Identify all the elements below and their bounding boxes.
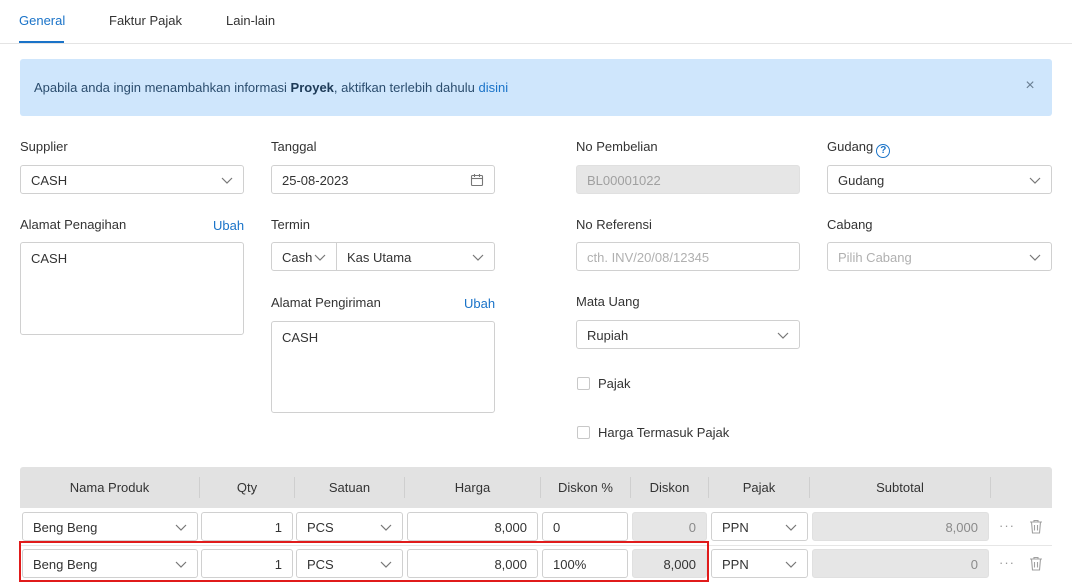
no-referensi-label: No Referensi — [576, 217, 652, 232]
mata-uang-label: Mata Uang — [576, 294, 640, 309]
alert-message: Apabila anda ingin menambahkan informasi… — [34, 80, 508, 95]
close-icon[interactable]: × — [1020, 76, 1040, 96]
supplier-label: Supplier — [20, 139, 68, 154]
subtotal-field: 8,000 — [812, 512, 989, 541]
tab-bar: General Faktur Pajak Lain-lain — [0, 0, 1072, 44]
subtotal-field: 0 — [812, 549, 989, 578]
tanggal-value: 25-08-2023 — [282, 173, 349, 188]
gudang-select[interactable]: Gudang — [827, 165, 1052, 194]
cabang-label: Cabang — [827, 217, 873, 232]
gudang-label-text: Gudang — [827, 139, 874, 154]
chevron-down-icon — [1029, 254, 1041, 261]
pajak-label: Pajak — [598, 376, 631, 391]
alamat-pengiriman-value: CASH — [282, 330, 319, 345]
supplier-select[interactable]: CASH — [20, 165, 244, 194]
chevron-down-icon — [1029, 177, 1041, 184]
ubah-pengiriman-link[interactable]: Ubah — [464, 296, 495, 311]
tab-general[interactable]: General — [19, 13, 65, 28]
no-referensi-placeholder: cth. INV/20/08/12345 — [587, 250, 710, 265]
no-pembelian-label: No Pembelian — [576, 139, 658, 154]
col-header-diskon: Diskon — [649, 480, 690, 495]
no-pembelian-field: BL00001022 — [576, 165, 800, 194]
mata-uang-value: Rupiah — [587, 328, 629, 343]
col-header-harga: Harga — [454, 480, 491, 495]
alert-text-bold: Proyek — [290, 80, 334, 95]
termin-type-value: Cash — [282, 250, 313, 265]
col-header-subtotal: Subtotal — [876, 480, 924, 495]
more-icon[interactable]: ··· — [999, 519, 1015, 532]
pajak-value: PPN — [722, 520, 749, 535]
subtotal-value: 8,000 — [945, 520, 978, 535]
alert-text-middle: , aktifkan terlebih dahulu — [333, 80, 479, 95]
cabang-placeholder: Pilih Cabang — [838, 250, 912, 265]
termin-label: Termin — [271, 217, 311, 232]
chevron-down-icon — [472, 254, 484, 261]
satuan-value: PCS — [307, 520, 334, 535]
info-alert: Apabila anda ingin menambahkan informasi… — [20, 59, 1052, 116]
pajak-value: PPN — [722, 557, 749, 572]
gudang-value: Gudang — [838, 173, 885, 188]
tab-lain-lain[interactable]: Lain-lain — [226, 13, 275, 28]
col-header-qty: Qty — [236, 480, 258, 495]
alamat-penagihan-label: Alamat Penagihan — [20, 217, 127, 232]
termin-account-select[interactable]: Kas Utama — [336, 242, 495, 271]
tanggal-label: Tanggal — [271, 139, 317, 154]
no-referensi-input[interactable]: cth. INV/20/08/12345 — [576, 242, 800, 271]
help-icon[interactable]: ? — [876, 144, 891, 158]
ubah-penagihan-link[interactable]: Ubah — [213, 218, 244, 233]
subtotal-value: 0 — [970, 557, 978, 572]
gudang-label: Gudang? — [827, 139, 891, 158]
col-header-pajak: Pajak — [742, 480, 776, 495]
column-divider — [990, 477, 991, 498]
active-tab-indicator — [19, 41, 64, 43]
alert-text-prefix: Apabila anda ingin menambahkan informasi — [34, 80, 291, 95]
chevron-down-icon — [785, 561, 797, 568]
qty-input[interactable]: 1 — [201, 512, 293, 541]
harga-termasuk-pajak-label: Harga Termasuk Pajak — [598, 425, 730, 440]
chevron-down-icon — [221, 177, 233, 184]
col-header-diskon-pct: Diskon % — [558, 480, 613, 495]
harga-termasuk-pajak-checkbox[interactable] — [577, 426, 590, 439]
pajak-select[interactable]: PPN — [711, 512, 808, 541]
chevron-down-icon — [785, 524, 797, 531]
chevron-down-icon — [314, 254, 326, 261]
diskon-pct-value: 0 — [553, 520, 561, 535]
diskon-field: 0 — [632, 512, 707, 541]
harga-input[interactable]: 8,000 — [407, 512, 538, 541]
col-header-nama-produk: Nama Produk — [69, 480, 150, 495]
no-pembelian-value: BL00001022 — [587, 173, 661, 188]
items-table-header: Nama Produk Qty Satuan Harga Diskon % Di… — [20, 467, 1052, 508]
supplier-value: CASH — [31, 173, 68, 188]
produk-value: Beng Beng — [33, 520, 98, 535]
produk-select[interactable]: Beng Beng — [22, 512, 198, 541]
col-header-satuan: Satuan — [328, 480, 371, 495]
termin-type-select[interactable]: Cash — [271, 242, 337, 271]
alamat-penagihan-value: CASH — [31, 251, 68, 266]
mata-uang-select[interactable]: Rupiah — [576, 320, 800, 349]
diskon-pct-input[interactable]: 0 — [542, 512, 628, 541]
pajak-checkbox[interactable] — [577, 377, 590, 390]
harga-value: 8,000 — [494, 520, 527, 535]
tab-faktur-pajak[interactable]: Faktur Pajak — [109, 13, 182, 28]
qty-value: 1 — [274, 520, 282, 535]
calendar-icon — [470, 174, 484, 187]
trash-icon[interactable] — [1029, 556, 1043, 571]
tanggal-datepicker[interactable]: 25-08-2023 — [271, 165, 495, 194]
highlight-box — [19, 541, 709, 582]
termin-account-value: Kas Utama — [347, 250, 412, 265]
pajak-select[interactable]: PPN — [711, 549, 808, 578]
alamat-penagihan-textarea[interactable]: CASH — [20, 242, 244, 335]
alamat-pengiriman-textarea[interactable]: CASH — [271, 321, 495, 413]
chevron-down-icon — [175, 524, 187, 531]
chevron-down-icon — [380, 524, 392, 531]
more-icon[interactable]: ··· — [999, 556, 1015, 569]
trash-icon[interactable] — [1029, 519, 1043, 534]
alert-link-disini[interactable]: disini — [478, 80, 508, 95]
alamat-pengiriman-label: Alamat Pengiriman — [271, 295, 381, 310]
satuan-select[interactable]: PCS — [296, 512, 403, 541]
cabang-select[interactable]: Pilih Cabang — [827, 242, 1052, 271]
diskon-value: 0 — [688, 520, 696, 535]
chevron-down-icon — [777, 332, 789, 339]
